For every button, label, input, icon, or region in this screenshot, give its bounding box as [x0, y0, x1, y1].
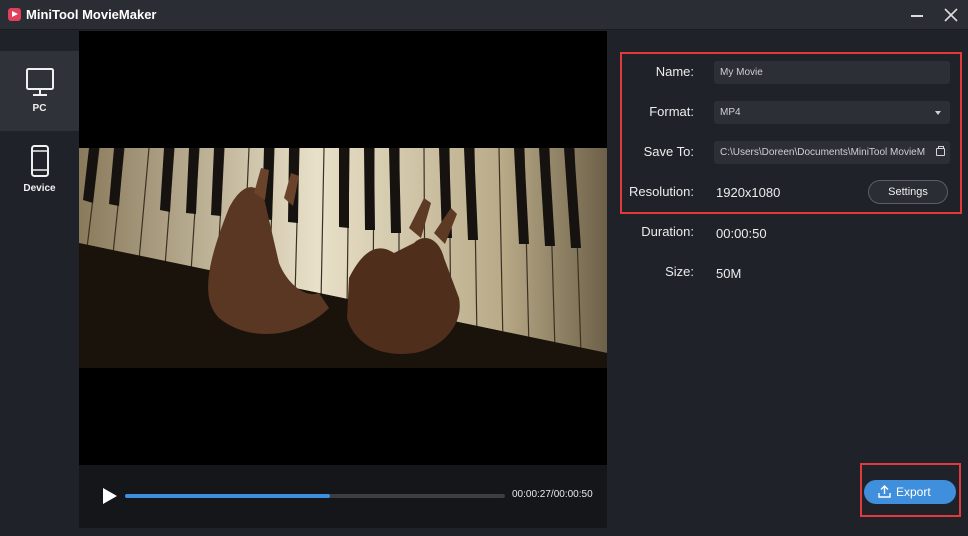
play-button[interactable]	[101, 487, 119, 505]
duration-value: 00:00:50	[716, 226, 767, 241]
phone-icon	[31, 145, 49, 177]
sidebar: PC Device	[0, 31, 79, 536]
size-label: Size:	[665, 264, 694, 279]
close-icon	[944, 8, 958, 22]
sidebar-item-device[interactable]: Device	[0, 131, 79, 211]
monitor-icon	[26, 68, 54, 96]
sidebar-item-pc[interactable]: PC	[0, 51, 79, 131]
duration-label: Duration:	[641, 224, 694, 239]
title-bar: MiniTool MovieMaker	[0, 0, 968, 30]
progress-bar[interactable]	[125, 494, 505, 498]
video-frame	[79, 148, 607, 368]
piano-hands-image	[79, 148, 607, 368]
settings-highlight-box	[620, 52, 962, 214]
time-display: 00:00:27/00:00:50	[512, 489, 593, 500]
progress-fill	[125, 494, 331, 498]
sidebar-item-label: PC	[32, 103, 47, 114]
size-value: 50M	[716, 266, 742, 281]
close-button[interactable]	[940, 4, 962, 26]
sidebar-item-label: Device	[23, 183, 56, 194]
app-logo-icon	[8, 8, 21, 21]
export-highlight-box	[860, 463, 961, 517]
minimize-button[interactable]	[906, 4, 928, 26]
video-preview-area	[79, 31, 607, 528]
app-title: MiniTool MovieMaker	[26, 7, 157, 22]
